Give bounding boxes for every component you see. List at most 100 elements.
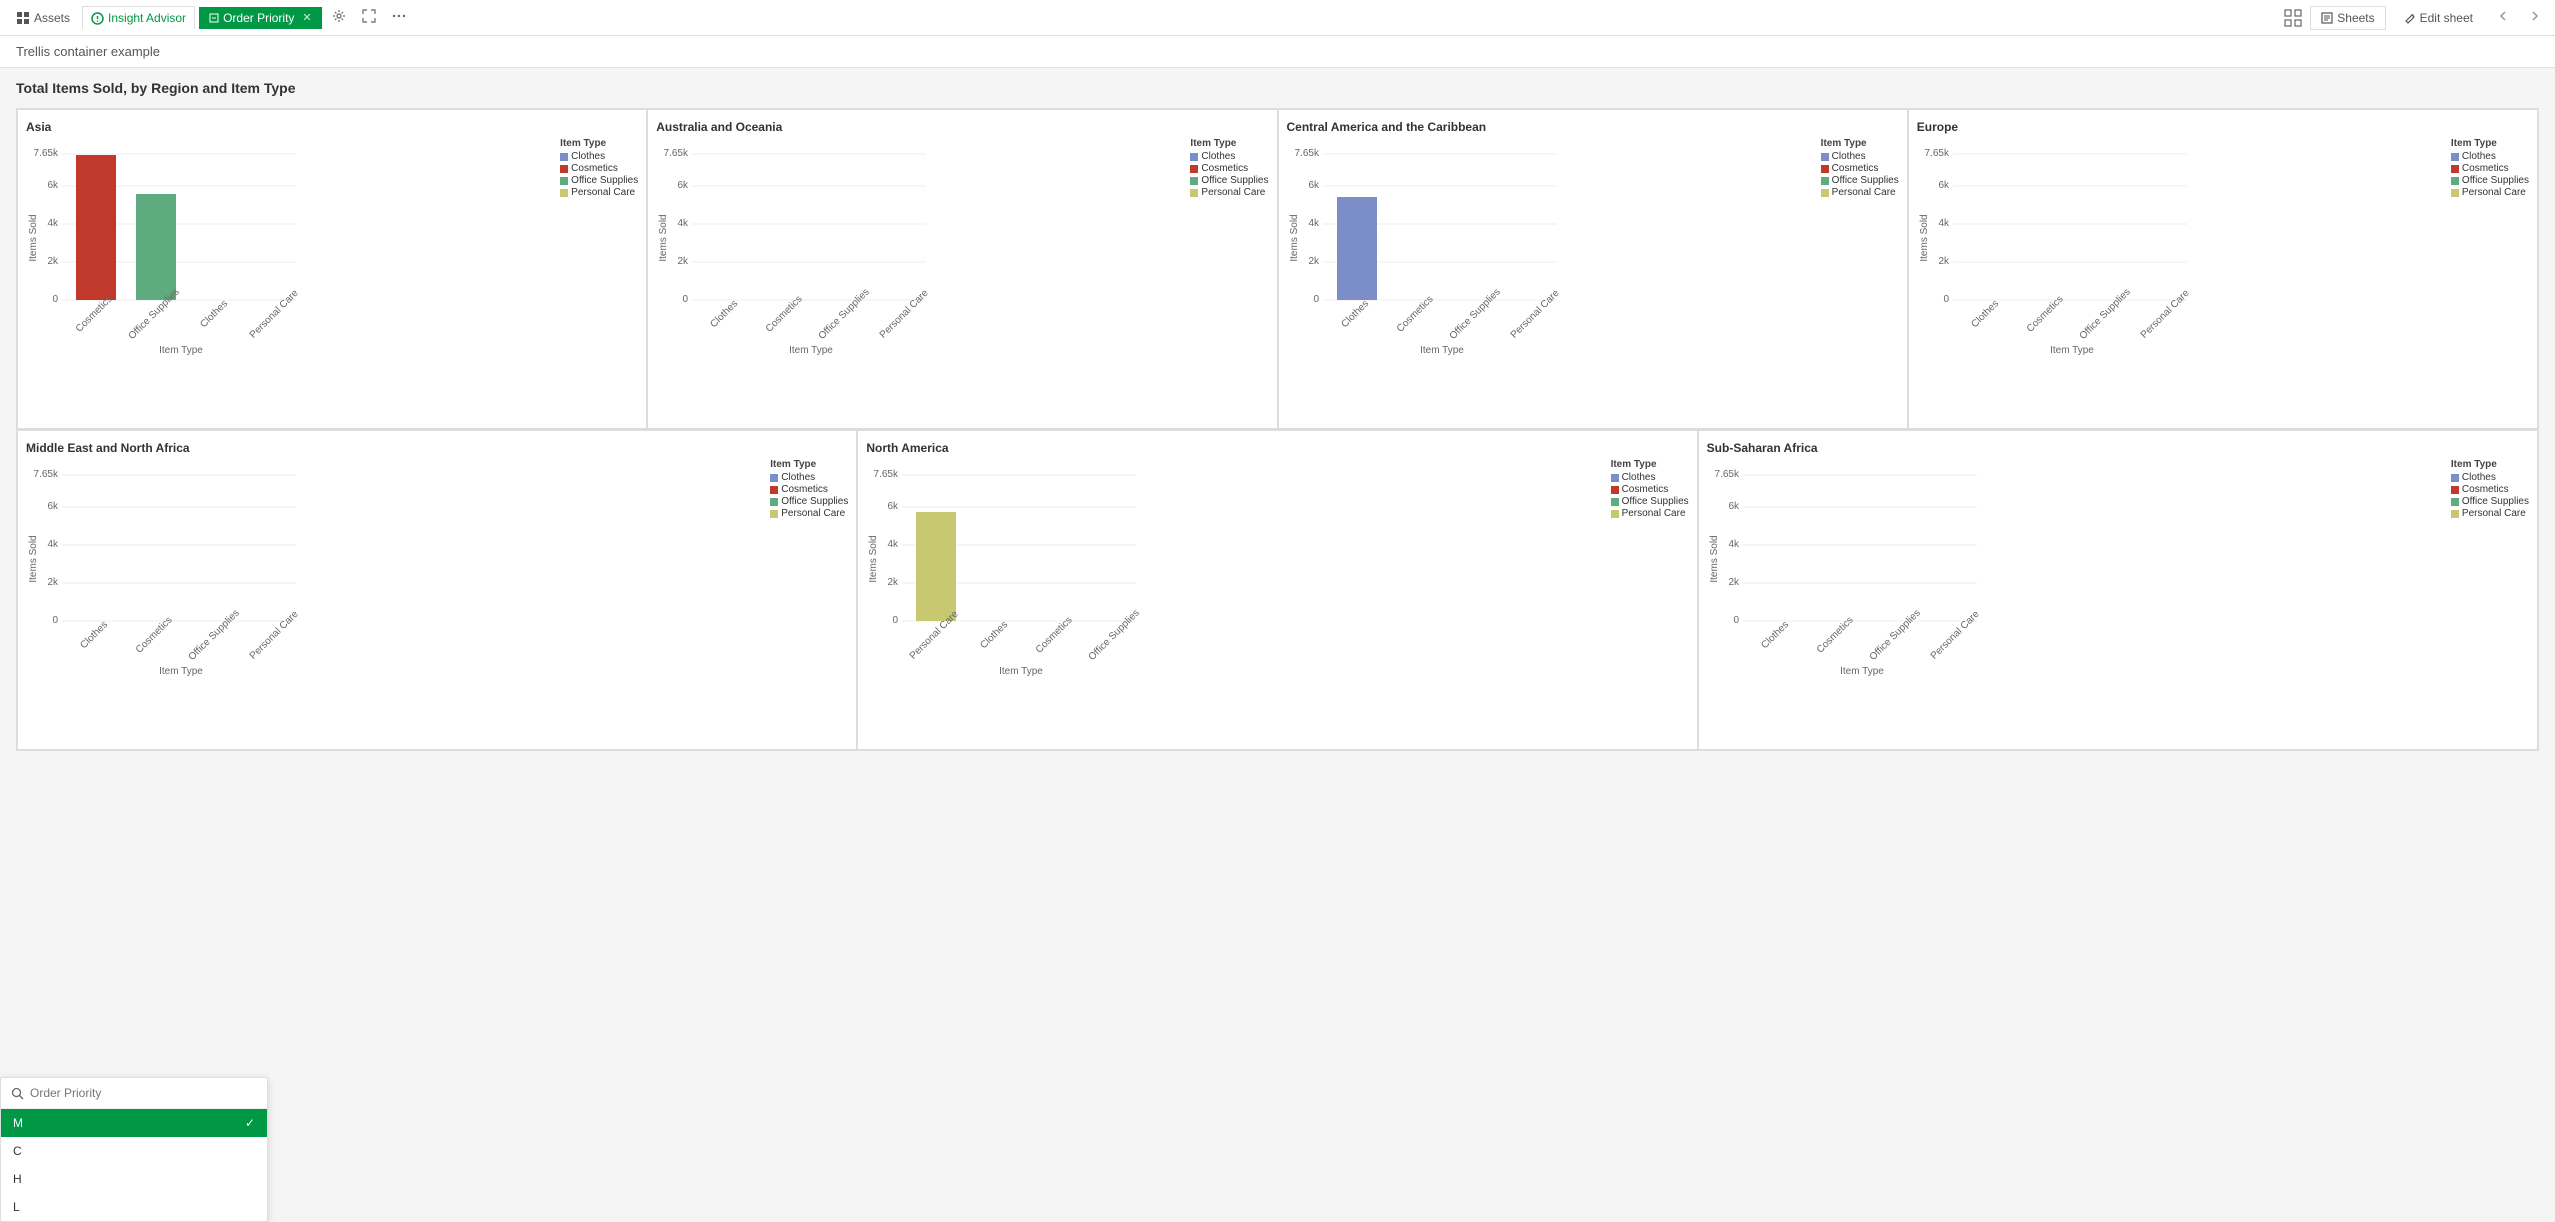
svg-text:0: 0 — [52, 294, 58, 305]
svg-text:Personal Care: Personal Care — [1928, 608, 1981, 661]
svg-text:Clothes: Clothes — [709, 298, 741, 330]
svg-text:4k: 4k — [47, 539, 59, 550]
svg-text:7.65k: 7.65k — [1924, 148, 1949, 159]
svg-text:Personal Care: Personal Care — [1508, 287, 1561, 340]
svg-text:4k: 4k — [1938, 218, 1950, 229]
chart-svg-europe: 7.65k 6k 4k 2k 0 Clothes Cosmetics Offic… — [1917, 138, 2217, 358]
nav-back-button[interactable] — [2491, 6, 2515, 29]
dropdown-item-l[interactable]: L — [1, 1193, 267, 1221]
settings-icon-btn[interactable] — [326, 5, 352, 30]
chart-title-north-america: North America — [866, 441, 1688, 455]
order-priority-tab[interactable]: Order Priority ✕ — [199, 7, 322, 29]
dropdown-item-m[interactable]: M ✓ — [1, 1109, 267, 1137]
top-bar-right: Sheets Edit sheet — [2284, 6, 2547, 30]
sub-header: Trellis container example — [0, 36, 2555, 68]
insight-advisor-tab[interactable]: Insight Advisor — [82, 6, 195, 29]
assets-icon — [16, 11, 30, 25]
chart-svg-north-america: 7.65k 6k 4k 2k 0 Personal Care Clothes C… — [866, 459, 1166, 679]
chevron-right-icon — [2529, 10, 2541, 22]
sheets-button[interactable]: Sheets — [2310, 6, 2385, 30]
svg-text:2k: 2k — [1308, 256, 1320, 267]
close-icon[interactable]: ✕ — [302, 11, 311, 24]
svg-text:Items Sold: Items Sold — [868, 535, 879, 582]
svg-text:7.65k: 7.65k — [1294, 148, 1319, 159]
svg-text:0: 0 — [1313, 294, 1319, 305]
svg-text:2k: 2k — [888, 577, 900, 588]
svg-text:Clothes: Clothes — [1759, 619, 1791, 651]
dropdown-search-input[interactable] — [30, 1086, 257, 1100]
page-title: Trellis container example — [16, 44, 160, 59]
svg-text:6k: 6k — [47, 501, 59, 512]
svg-text:Items Sold: Items Sold — [1289, 214, 1300, 261]
chart-title-central-america: Central America and the Caribbean — [1287, 120, 1899, 134]
chart-svg-sub-saharan: 7.65k 6k 4k 2k 0 Clothes Cosmetics Offic… — [1707, 459, 2007, 679]
search-icon — [11, 1087, 24, 1100]
legend-asia: Item Type Clothes Cosmetics Office Suppl… — [560, 138, 638, 199]
top-bar: Assets Insight Advisor Order Priority ✕ — [0, 0, 2555, 36]
grid-icon — [2284, 9, 2302, 27]
assets-button[interactable]: Assets — [8, 7, 78, 29]
legend-australia: Item Type Clothes Cosmetics Office Suppl… — [1190, 138, 1268, 199]
svg-text:6k: 6k — [678, 180, 690, 191]
chart-title-asia: Asia — [26, 120, 638, 134]
svg-text:Office Supplies: Office Supplies — [187, 608, 242, 663]
svg-text:0: 0 — [1733, 615, 1739, 626]
legend-europe: Item Type Clothes Cosmetics Office Suppl… — [2451, 138, 2529, 199]
svg-text:4k: 4k — [1308, 218, 1320, 229]
svg-text:Item Type: Item Type — [1840, 666, 1884, 677]
chart-panel-central-america: Central America and the Caribbean Item T… — [1278, 109, 1908, 429]
order-priority-icon — [209, 13, 219, 23]
svg-text:0: 0 — [52, 615, 58, 626]
svg-text:2k: 2k — [47, 577, 59, 588]
edit-sheet-button[interactable]: Edit sheet — [2394, 7, 2483, 29]
sheets-icon — [2321, 12, 2333, 24]
nav-forward-button[interactable] — [2523, 6, 2547, 29]
svg-text:Clothes: Clothes — [979, 619, 1011, 651]
svg-text:6k: 6k — [1308, 180, 1320, 191]
svg-text:Personal Care: Personal Care — [2138, 287, 2191, 340]
legend-middle-east: Item Type Clothes Cosmetics Office Suppl… — [770, 459, 848, 520]
svg-text:7.65k: 7.65k — [874, 469, 899, 480]
chart-svg-australia: 7.65k 6k 4k 2k 0 Clothes Cosmetics Offic… — [656, 138, 956, 358]
svg-text:2k: 2k — [1938, 256, 1950, 267]
svg-text:Personal Care: Personal Care — [878, 287, 931, 340]
svg-text:Clothes: Clothes — [78, 619, 110, 651]
chart-svg-middle-east: 7.65k 6k 4k 2k 0 Clothes Cosmetics Offic… — [26, 459, 326, 679]
more-icon-btn[interactable] — [386, 5, 412, 30]
svg-text:Items Sold: Items Sold — [1919, 214, 1930, 261]
svg-text:Items Sold: Items Sold — [1709, 535, 1720, 582]
main-content: Total Items Sold, by Region and Item Typ… — [0, 68, 2555, 1190]
svg-text:6k: 6k — [888, 501, 900, 512]
svg-text:7.65k: 7.65k — [1714, 469, 1739, 480]
order-priority-dropdown[interactable]: M ✓ C H L — [0, 1077, 268, 1222]
dropdown-item-h[interactable]: H — [1, 1165, 267, 1193]
chart-title-europe: Europe — [1917, 120, 2529, 134]
svg-text:Item Type: Item Type — [789, 345, 833, 356]
svg-text:Clothes: Clothes — [1969, 298, 2001, 330]
svg-text:Clothes: Clothes — [1339, 298, 1371, 330]
svg-text:2k: 2k — [1728, 577, 1740, 588]
svg-text:Personal Care: Personal Care — [248, 608, 301, 661]
svg-text:Item Type: Item Type — [2050, 345, 2094, 356]
chart-title-middle-east: Middle East and North Africa — [26, 441, 848, 455]
svg-text:Office Supplies: Office Supplies — [2077, 287, 2132, 342]
svg-text:6k: 6k — [1728, 501, 1740, 512]
top-bar-left: Assets Insight Advisor Order Priority ✕ — [8, 5, 412, 30]
svg-text:Item Type: Item Type — [1420, 345, 1464, 356]
svg-text:7.65k: 7.65k — [34, 148, 59, 159]
chart-panel-north-america: North America Item Type Clothes Cosmetic… — [857, 430, 1697, 750]
more-icon — [392, 9, 406, 23]
svg-text:4k: 4k — [678, 218, 690, 229]
dropdown-item-c[interactable]: C — [1, 1137, 267, 1165]
fullscreen-icon — [362, 9, 376, 23]
trellis-grid-bottom: Middle East and North Africa Item Type C… — [16, 430, 2539, 751]
fullscreen-icon-btn[interactable] — [356, 5, 382, 30]
svg-text:Office Supplies: Office Supplies — [1087, 608, 1142, 663]
svg-text:0: 0 — [683, 294, 689, 305]
chart-title-australia: Australia and Oceania — [656, 120, 1268, 134]
insight-icon — [91, 12, 104, 25]
chevron-left-icon — [2497, 10, 2509, 22]
svg-text:Items Sold: Items Sold — [658, 214, 669, 261]
svg-text:7.65k: 7.65k — [34, 469, 59, 480]
svg-text:4k: 4k — [1728, 539, 1740, 550]
